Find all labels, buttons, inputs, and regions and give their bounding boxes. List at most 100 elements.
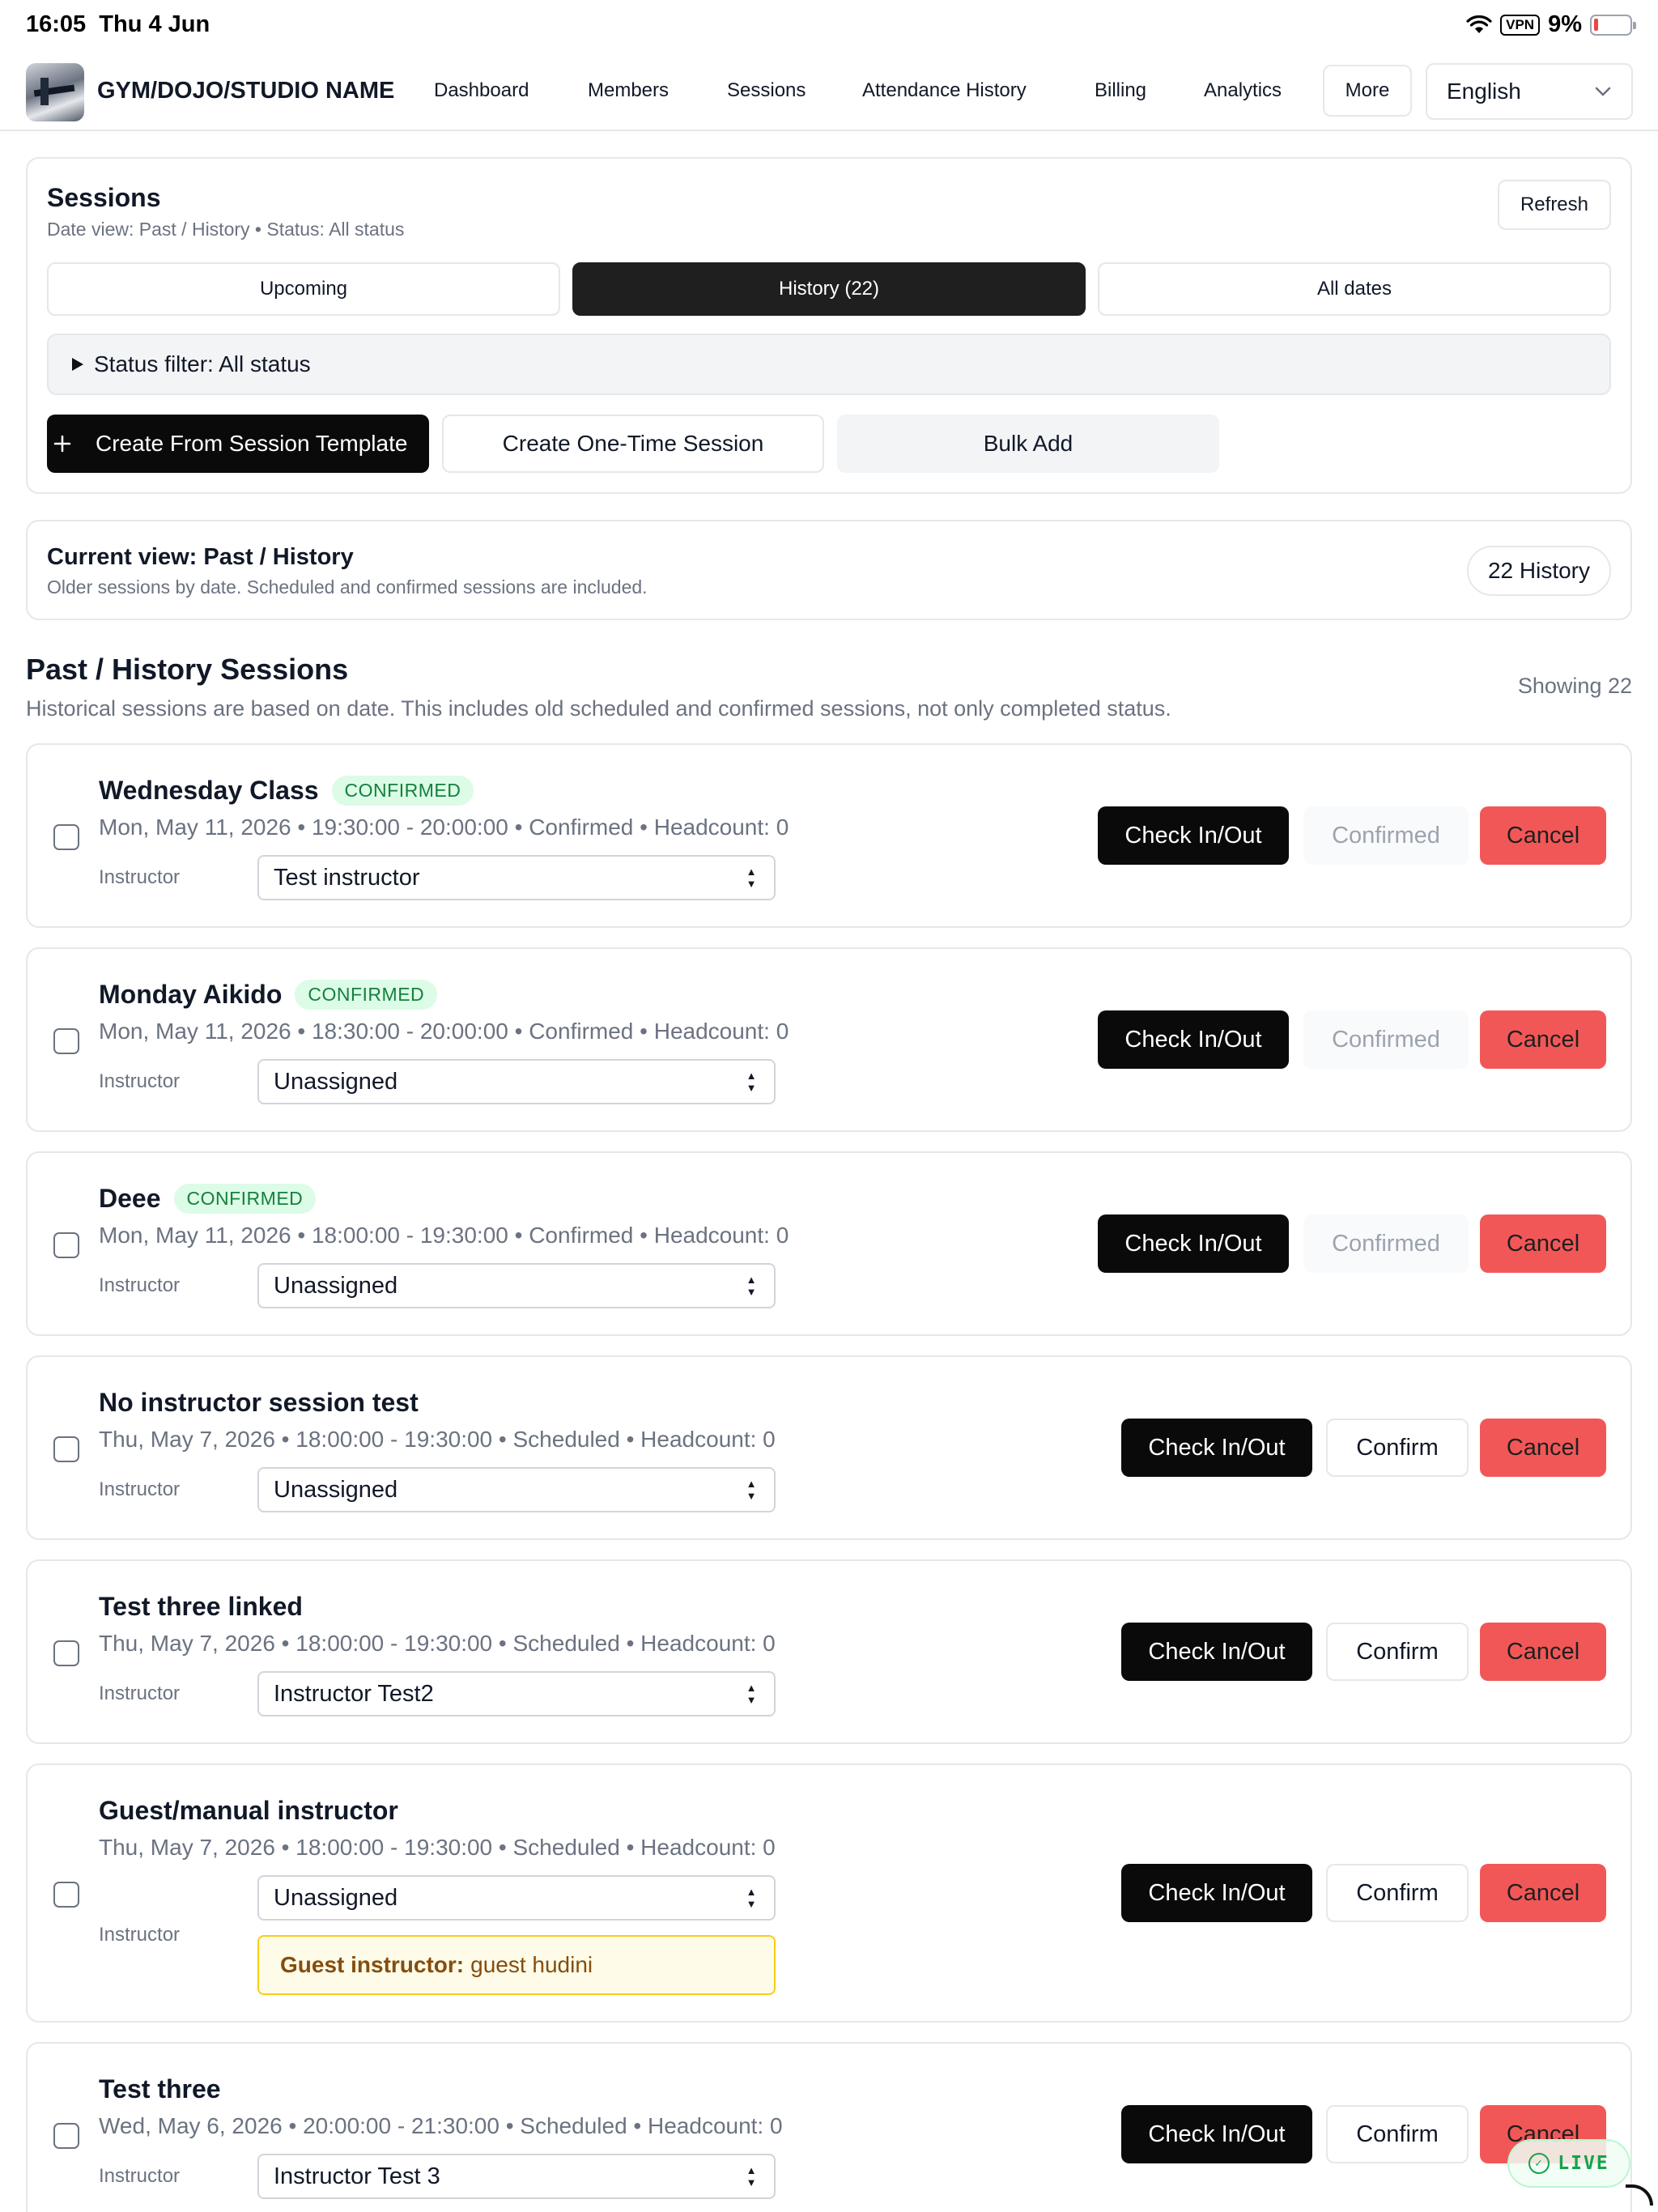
tab-all-dates[interactable]: All dates <box>1098 262 1611 316</box>
session-select-checkbox[interactable] <box>53 824 79 850</box>
cancel-button[interactable]: Cancel <box>1480 1419 1606 1477</box>
instructor-label: Instructor <box>99 866 181 888</box>
nav-dashboard[interactable]: Dashboard <box>434 79 529 102</box>
current-view-subtitle: Older sessions by date. Scheduled and co… <box>47 576 648 598</box>
nav-analytics[interactable]: Analytics <box>1204 79 1282 102</box>
cancel-button[interactable]: Cancel <box>1480 1010 1606 1069</box>
session-card: No instructor session test Thu, May 7, 2… <box>26 1355 1632 1540</box>
current-view-title: Current view: Past / History <box>47 544 354 570</box>
instructor-select[interactable]: Unassigned ▲ ▼ <box>257 1875 776 1921</box>
check-in-out-button[interactable]: Check In/Out <box>1098 1214 1289 1273</box>
cancel-button[interactable]: Cancel <box>1480 1623 1606 1681</box>
session-select-checkbox[interactable] <box>53 2123 79 2149</box>
instructor-select[interactable]: Instructor Test2 ▲ ▼ <box>257 1671 776 1716</box>
check-in-out-button[interactable]: Check In/Out <box>1121 1419 1312 1477</box>
create-from-template-button[interactable]: Create From Session Template <box>47 415 429 473</box>
tab-history[interactable]: History (22) <box>572 262 1086 316</box>
session-name: Guest/manual instructor <box>99 1796 398 1825</box>
bulk-add-button[interactable]: Bulk Add <box>837 415 1219 473</box>
guest-instructor-note: Guest instructor: guest hudini <box>257 1935 776 1995</box>
status-filter-label: Status filter: All status <box>94 351 311 376</box>
session-meta: Thu, May 7, 2026 • 18:00:00 - 19:30:00 •… <box>99 1427 776 1452</box>
check-in-out-button[interactable]: Check In/Out <box>1121 1864 1312 1922</box>
confirm-button[interactable]: Confirm <box>1326 1419 1469 1477</box>
session-name: Deee <box>99 1184 161 1213</box>
session-name: Test three linked <box>99 1592 303 1621</box>
session-card: Test three Wed, May 6, 2026 • 20:00:00 -… <box>26 2042 1632 2212</box>
status-bar: 16:05 Thu 4 Jun VPN 9% <box>0 0 1658 52</box>
create-one-time-session-button[interactable]: Create One-Time Session <box>442 415 824 473</box>
session-meta: Mon, May 11, 2026 • 19:30:00 - 20:00:00 … <box>99 815 789 840</box>
session-meta: Thu, May 7, 2026 • 18:00:00 - 19:30:00 •… <box>99 1835 776 1860</box>
check-circle-icon: ✓ <box>1528 2153 1550 2174</box>
live-indicator[interactable]: ✓ LIVE <box>1507 2139 1630 2188</box>
session-meta: Mon, May 11, 2026 • 18:00:00 - 19:30:00 … <box>99 1223 789 1248</box>
instructor-value: Instructor Test 3 <box>274 2163 440 2189</box>
instructor-label: Instructor <box>99 1070 181 1092</box>
select-arrows-icon: ▲ ▼ <box>746 865 757 890</box>
confirm-button[interactable]: Confirm <box>1326 2105 1469 2163</box>
nav-sessions[interactable]: Sessions <box>727 79 806 102</box>
plus-icon <box>53 435 71 453</box>
check-in-out-button[interactable]: Check In/Out <box>1121 1623 1312 1681</box>
session-title-row: Guest/manual instructor <box>99 1796 398 1826</box>
session-name: Wednesday Class <box>99 776 319 805</box>
nav-attendance-history[interactable]: Attendance History <box>862 79 1027 102</box>
instructor-value: Unassigned <box>274 1884 398 1911</box>
section-title: Past / History Sessions <box>26 653 349 686</box>
confirm-button[interactable]: Confirm <box>1326 1623 1469 1681</box>
instructor-select[interactable]: Unassigned ▲ ▼ <box>257 1263 776 1308</box>
language-select[interactable]: English <box>1426 63 1633 120</box>
nav-members[interactable]: Members <box>588 79 669 102</box>
instructor-value: Instructor Test2 <box>274 1680 434 1707</box>
session-select-checkbox[interactable] <box>53 1882 79 1908</box>
brand-name[interactable]: GYM/DOJO/STUDIO NAME <box>97 78 394 104</box>
instructor-select[interactable]: Test instructor ▲ ▼ <box>257 855 776 900</box>
select-arrows-icon: ▲ ▼ <box>746 1681 757 1706</box>
session-select-checkbox[interactable] <box>53 1436 79 1462</box>
confirmed-button: Confirmed <box>1303 1010 1469 1069</box>
confirm-button[interactable]: Confirm <box>1326 1864 1469 1922</box>
select-arrows-icon: ▲ ▼ <box>746 1885 757 1910</box>
session-title-row: Test three <box>99 2074 221 2104</box>
battery-percent: 9% <box>1548 11 1582 37</box>
cancel-button[interactable]: Cancel <box>1480 1864 1606 1922</box>
check-in-out-button[interactable]: Check In/Out <box>1098 1010 1289 1069</box>
select-arrows-icon: ▲ ▼ <box>746 1273 757 1298</box>
tab-upcoming[interactable]: Upcoming <box>47 262 560 316</box>
sessions-panel: Sessions Date view: Past / History • Sta… <box>26 157 1632 494</box>
instructor-value: Unassigned <box>274 1476 398 1503</box>
live-label: LIVE <box>1558 2153 1609 2174</box>
nav-billing[interactable]: Billing <box>1095 79 1146 102</box>
instructor-label: Instructor <box>99 1274 181 1296</box>
cancel-button[interactable]: Cancel <box>1480 1214 1606 1273</box>
top-navigation: GYM/DOJO/STUDIO NAME Dashboard Members S… <box>0 57 1658 131</box>
guest-instructor-name: guest hudini <box>470 1952 593 1977</box>
session-select-checkbox[interactable] <box>53 1640 79 1666</box>
cancel-button[interactable]: Cancel <box>1480 806 1606 865</box>
vpn-badge: VPN <box>1500 14 1541 36</box>
session-select-checkbox[interactable] <box>53 1232 79 1258</box>
session-name: Test three <box>99 2074 221 2104</box>
session-card: Wednesday Class CONFIRMED Mon, May 11, 2… <box>26 743 1632 928</box>
session-meta: Wed, May 6, 2026 • 20:00:00 - 21:30:00 •… <box>99 2113 783 2138</box>
status-filter-toggle[interactable]: Status filter: All status <box>47 334 1611 395</box>
select-arrows-icon: ▲ ▼ <box>746 1477 757 1502</box>
session-title-row: No instructor session test <box>99 1388 419 1418</box>
session-card: Deee CONFIRMED Mon, May 11, 2026 • 18:00… <box>26 1151 1632 1336</box>
instructor-select[interactable]: Unassigned ▲ ▼ <box>257 1467 776 1512</box>
refresh-button[interactable]: Refresh <box>1498 180 1611 230</box>
more-button[interactable]: More <box>1323 65 1412 117</box>
create-from-template-label: Create From Session Template <box>96 431 408 456</box>
check-in-out-button[interactable]: Check In/Out <box>1098 806 1289 865</box>
session-select-checkbox[interactable] <box>53 1028 79 1054</box>
instructor-select[interactable]: Instructor Test 3 ▲ ▼ <box>257 2154 776 2199</box>
status-time-date: 16:05 Thu 4 Jun <box>26 11 210 38</box>
instructor-value: Unassigned <box>274 1068 398 1095</box>
check-in-out-button[interactable]: Check In/Out <box>1121 2105 1312 2163</box>
instructor-select[interactable]: Unassigned ▲ ▼ <box>257 1059 776 1104</box>
session-card: Test three linked Thu, May 7, 2026 • 18:… <box>26 1559 1632 1744</box>
brand-logo[interactable] <box>26 63 84 121</box>
select-arrows-icon: ▲ ▼ <box>746 2163 757 2189</box>
page-title: Sessions <box>47 183 161 212</box>
